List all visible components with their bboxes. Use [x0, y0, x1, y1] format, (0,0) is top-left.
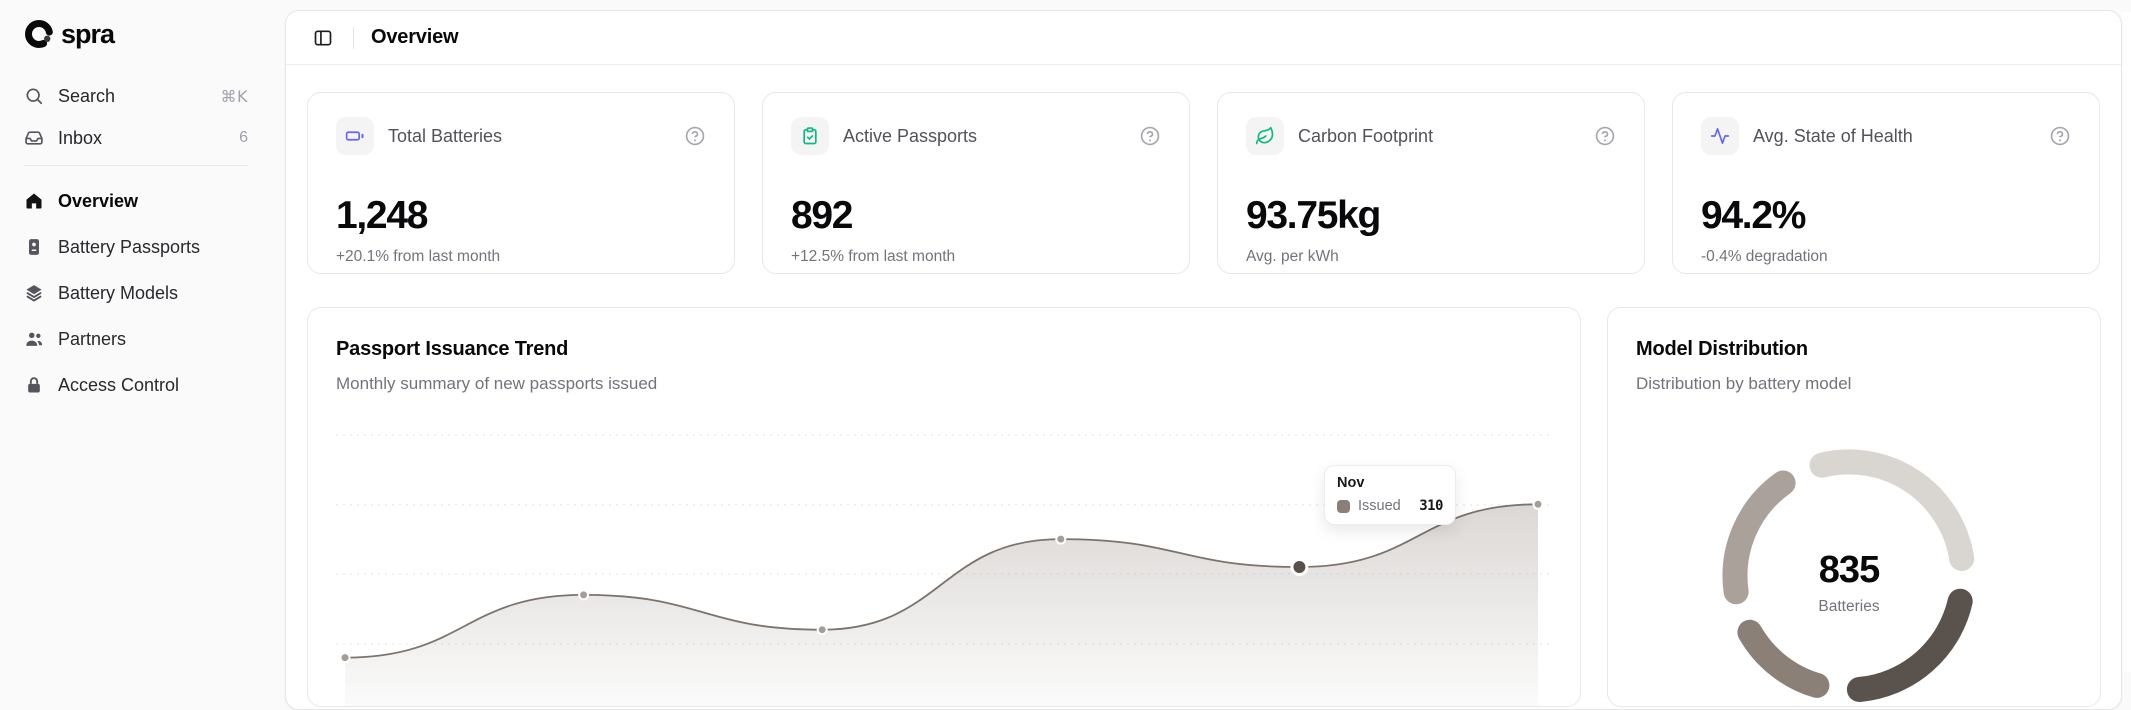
clipboard-check-icon — [803, 127, 817, 145]
search-shortcut: ⌘K — [220, 86, 248, 106]
sidebar-item-label: Partners — [58, 328, 127, 349]
help-circle-icon[interactable] — [684, 125, 706, 147]
inbox-label: Inbox — [58, 127, 103, 148]
stat-value: 94.2% — [1701, 194, 1806, 237]
brand-logo[interactable]: spra — [24, 18, 248, 50]
content: Total Batteries 1,248 +20.1% from last m… — [286, 65, 2121, 707]
stat-subtext: +12.5% from last month — [791, 248, 956, 265]
stat-value: 1,248 — [336, 194, 428, 237]
sidebar-item-label: Overview — [58, 190, 139, 211]
tooltip-value: 310 — [1419, 498, 1443, 514]
header-divider — [353, 26, 354, 49]
stat-icon-tile — [791, 117, 829, 155]
inbox-icon — [25, 131, 43, 145]
panel-left-icon — [314, 30, 332, 45]
inbox-badge: 6 — [239, 129, 248, 146]
battery-icon — [345, 131, 364, 141]
sidebar-item-label: Battery Passports — [58, 236, 201, 257]
sidebar: spra Search ⌘K Inbox 6 Overview Battery … — [0, 0, 272, 672]
sidebar-item-label: Battery Models — [58, 282, 179, 303]
main-header: Overview — [286, 11, 2121, 65]
sidebar-inbox[interactable]: Inbox 6 — [24, 124, 248, 152]
home-icon — [26, 193, 42, 209]
lock-icon — [28, 377, 40, 393]
users-icon — [26, 332, 43, 346]
sidebar-item-access-control[interactable]: Access Control — [24, 362, 248, 408]
stat-icon-tile — [1701, 117, 1739, 155]
sidebar-item-partners[interactable]: Partners — [24, 316, 248, 362]
donut-chart[interactable] — [1608, 308, 2101, 707]
brand-name: spra — [61, 18, 115, 49]
stat-value: 93.75kg — [1246, 194, 1381, 237]
chart-tooltip: Nov Issued 310 — [1324, 465, 1456, 525]
stat-label: Avg. State of Health — [1753, 125, 1913, 146]
stat-card-carbon-footprint: Carbon Footprint 93.75kg Avg. per kWh — [1217, 92, 1645, 274]
sidebar-search[interactable]: Search ⌘K — [24, 82, 248, 110]
stat-subtext: -0.4% degradation — [1701, 248, 1828, 265]
help-circle-icon[interactable] — [1594, 125, 1616, 147]
help-circle-icon[interactable] — [2049, 125, 2071, 147]
stat-subtext: +20.1% from last month — [336, 248, 501, 265]
sidebar-item-battery-passports[interactable]: Battery Passports — [24, 224, 248, 270]
sidebar-item-overview[interactable]: Overview — [24, 178, 248, 224]
stat-card-active-passports: Active Passports 892 +12.5% from last mo… — [762, 92, 1190, 274]
stat-card-total-batteries: Total Batteries 1,248 +20.1% from last m… — [307, 92, 735, 274]
tooltip-series-swatch — [1337, 499, 1350, 513]
right-gutter — [2122, 12, 2131, 672]
stat-subtext: Avg. per kWh — [1246, 248, 1339, 265]
stat-icon-tile — [336, 117, 374, 155]
stat-label: Active Passports — [843, 125, 978, 146]
search-label: Search — [58, 85, 116, 106]
main-panel: Overview Total Batteries 1,248 +20.1% fr… — [285, 10, 2122, 710]
activity-icon — [1710, 128, 1730, 144]
stats-row: Total Batteries 1,248 +20.1% from last m… — [307, 92, 2100, 274]
stat-card-avg-state-of-health: Avg. State of Health 94.2% -0.4% degrada… — [1672, 92, 2100, 274]
help-circle-icon[interactable] — [1139, 125, 1161, 147]
tooltip-series-label: Issued — [1358, 498, 1401, 514]
page-title: Overview — [371, 26, 459, 48]
stat-label: Carbon Footprint — [1298, 125, 1434, 146]
charts-row: Passport Issuance Trend Monthly summary … — [307, 307, 2101, 707]
sidebar-divider — [24, 165, 248, 166]
sidebar-item-battery-models[interactable]: Battery Models — [24, 270, 248, 316]
brand-logo-icon — [25, 20, 53, 48]
sidebar-toggle-button[interactable] — [310, 25, 336, 51]
model-distribution-card: Model Distribution Distribution by batte… — [1607, 307, 2101, 707]
stat-label: Total Batteries — [388, 125, 503, 146]
tooltip-month: Nov — [1337, 475, 1365, 491]
stat-value: 892 — [791, 194, 853, 237]
id-badge-icon — [29, 239, 39, 255]
layers-icon — [26, 285, 42, 302]
sidebar-nav: Overview Battery Passports Battery Model… — [24, 178, 248, 408]
stat-icon-tile — [1246, 117, 1284, 155]
passport-issuance-trend-card: Passport Issuance Trend Monthly summary … — [307, 307, 1581, 707]
sidebar-item-label: Access Control — [58, 374, 180, 395]
search-icon — [26, 88, 43, 105]
leaf-icon — [1255, 126, 1274, 145]
